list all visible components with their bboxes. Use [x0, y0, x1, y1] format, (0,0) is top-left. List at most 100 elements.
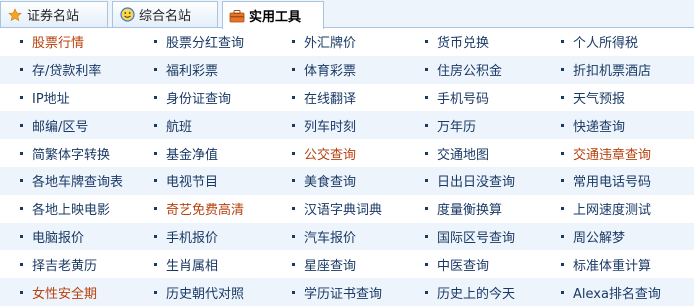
tool-link[interactable]: 手机报价 [166, 227, 218, 246]
tool-link[interactable]: 美食查询 [304, 171, 356, 190]
link-item: 电脑报价 [20, 223, 84, 251]
tool-link[interactable]: 上网速度测试 [573, 199, 651, 218]
tool-link[interactable]: 体育彩票 [304, 60, 356, 79]
tool-link[interactable]: 航班 [166, 116, 192, 135]
tools-link-grid: 股票行情 股票分红查询 外汇牌价 货币兑换 个人所得税存/贷款利率 福利彩票 体育彩票 住房公… [0, 28, 694, 306]
link-item: 存/贷款利率 [20, 56, 101, 84]
tool-link[interactable]: 汉语字典词典 [304, 199, 382, 218]
tool-link[interactable]: 快递查询 [573, 116, 625, 135]
tool-link[interactable]: 外汇牌价 [304, 32, 356, 51]
tool-link[interactable]: 公交查询 [304, 144, 356, 163]
tool-link[interactable]: 万年历 [437, 116, 476, 135]
tool-link[interactable]: 邮编/区号 [32, 116, 88, 135]
tool-link[interactable]: 简繁体字转换 [32, 144, 110, 163]
bullet-icon [154, 123, 157, 127]
tool-link[interactable]: 电脑报价 [32, 227, 84, 246]
link-item: 个人所得税 [561, 28, 638, 56]
tab-securities-sites[interactable]: 证券名站 [0, 1, 108, 27]
link-item: 美食查询 [292, 167, 356, 195]
tool-link[interactable]: 周公解梦 [573, 227, 625, 246]
bullet-icon [154, 234, 157, 238]
link-item: 电视节目 [154, 167, 218, 195]
link-item: 天气预报 [561, 84, 625, 112]
tool-link[interactable]: 日出日没查询 [437, 171, 515, 190]
tool-link[interactable]: 手机号码 [437, 88, 489, 107]
bullet-icon [425, 207, 428, 211]
tool-link[interactable]: 货币兑换 [437, 32, 489, 51]
tool-link[interactable]: 汽车报价 [304, 227, 356, 246]
bullet-icon [561, 95, 564, 99]
bullet-icon [20, 179, 23, 183]
tool-link[interactable]: 在线翻译 [304, 88, 356, 107]
tool-link[interactable]: 基金净值 [166, 144, 218, 163]
tool-link[interactable]: 个人所得税 [573, 32, 638, 51]
link-item: 身份证查询 [154, 84, 231, 112]
tool-link[interactable]: 列车时刻 [304, 116, 356, 135]
tool-link[interactable]: 学历证书查询 [304, 283, 382, 302]
bullet-icon [20, 151, 23, 155]
link-row: 存/贷款利率 福利彩票 体育彩票 住房公积金 折扣机票酒店 [0, 55, 694, 84]
tool-link[interactable]: 福利彩票 [166, 60, 218, 79]
tool-link[interactable]: 标准体重计算 [573, 255, 651, 274]
link-item: 汉语字典词典 [292, 195, 382, 223]
bullet-icon [20, 123, 23, 127]
bullet-icon [20, 95, 23, 99]
link-item: 国际区号查询 [425, 223, 515, 251]
bullet-icon [425, 151, 428, 155]
tool-link[interactable]: 历史上的今天 [437, 283, 515, 302]
tool-link[interactable]: 身份证查询 [166, 88, 231, 107]
link-row: 各地车牌查询表 电视节目 美食查询 日出日没查询 常用电话号码 [0, 166, 694, 195]
link-item: 奇艺免费高清 [154, 195, 244, 223]
tool-link[interactable]: 交通地图 [437, 144, 489, 163]
link-item: 在线翻译 [292, 84, 356, 112]
link-row: 邮编/区号 航班 列车时刻 万年历 快递查询 [0, 111, 694, 140]
tool-link[interactable]: 股票行情 [32, 32, 84, 51]
link-item: IP地址 [20, 84, 70, 112]
tool-link[interactable]: 交通违章查询 [573, 144, 651, 163]
tool-link[interactable]: 历史朝代对照 [166, 283, 244, 302]
tool-link[interactable]: 各地车牌查询表 [32, 171, 123, 190]
link-item: 各地车牌查询表 [20, 167, 123, 195]
tool-link[interactable]: 折扣机票酒店 [573, 60, 651, 79]
bullet-icon [20, 207, 23, 211]
toolbox-icon [229, 8, 245, 24]
bullet-icon [292, 234, 295, 238]
tool-link[interactable]: 度量衡换算 [437, 199, 502, 218]
bullet-icon [292, 262, 295, 266]
smiley-icon [119, 7, 135, 23]
tool-link[interactable]: 奇艺免费高清 [166, 199, 244, 218]
bullet-icon [292, 123, 295, 127]
link-item: 交通违章查询 [561, 139, 651, 167]
tool-link[interactable]: 女性安全期 [32, 283, 97, 302]
link-item: 基金净值 [154, 139, 218, 167]
tab-utilities[interactable]: 实用工具 [222, 1, 324, 29]
link-item: 生肖属相 [154, 250, 218, 278]
bullet-icon [154, 40, 157, 44]
tool-link[interactable]: 常用电话号码 [573, 171, 651, 190]
link-item: 标准体重计算 [561, 250, 651, 278]
bullet-icon [154, 262, 157, 266]
tool-link[interactable]: 生肖属相 [166, 255, 218, 274]
tool-link[interactable]: 各地上映电影 [32, 199, 110, 218]
link-item: 折扣机票酒店 [561, 56, 651, 84]
tool-link[interactable]: Alexa排名查询 [573, 283, 661, 302]
tool-link[interactable]: 存/贷款利率 [32, 60, 101, 79]
link-item: 航班 [154, 111, 192, 139]
tool-link[interactable]: 中医查询 [437, 255, 489, 274]
tool-link[interactable]: 天气预报 [573, 88, 625, 107]
bullet-icon [561, 40, 564, 44]
tool-link[interactable]: 住房公积金 [437, 60, 502, 79]
link-item: 女性安全期 [20, 278, 97, 306]
tool-link[interactable]: IP地址 [32, 88, 70, 107]
bullet-icon [561, 123, 564, 127]
tool-link[interactable]: 电视节目 [166, 171, 218, 190]
tool-link[interactable]: 星座查询 [304, 255, 356, 274]
tool-link[interactable]: 国际区号查询 [437, 227, 515, 246]
tool-link[interactable]: 股票分红查询 [166, 32, 244, 51]
link-item: 公交查询 [292, 139, 356, 167]
bullet-icon [154, 179, 157, 183]
bullet-icon [425, 262, 428, 266]
tool-link[interactable]: 择吉老黄历 [32, 255, 97, 274]
bullet-icon [154, 290, 157, 294]
tab-general-sites[interactable]: 综合名站 [112, 1, 218, 27]
